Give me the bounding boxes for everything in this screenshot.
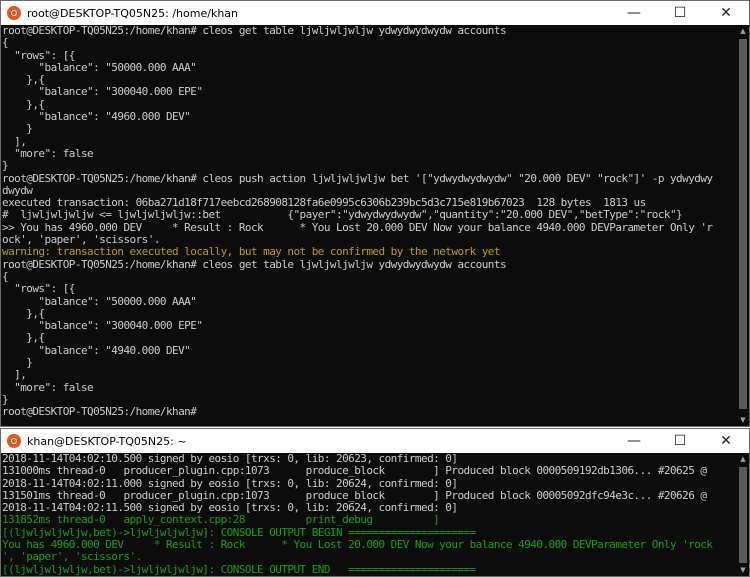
scroll-up-icon[interactable]: ▲ [737, 453, 749, 465]
terminal-line: ], [2, 134, 27, 148]
scrollbar-thumb[interactable] [739, 467, 747, 563]
terminal-line: "more": false [2, 380, 94, 394]
ubuntu-icon [7, 434, 21, 448]
ubuntu-icon [7, 6, 21, 20]
terminal-line: "balance": "4960.000 DEV" [2, 110, 191, 124]
terminal-line: { [2, 36, 9, 50]
terminal-line: "balance": "300040.000 EPE" [2, 85, 203, 99]
terminal-line: "more": false [2, 146, 94, 160]
close-button[interactable]: ✕ [703, 1, 749, 25]
terminal-line: } [2, 122, 33, 136]
terminal-window-khan: khan@DESKTOP-TQ05N25: ~ — ☐ ✕ 2018-11-14… [0, 428, 750, 577]
terminal-line: ', 'paper', 'scissors'. [2, 550, 142, 564]
terminal-line: root@DESKTOP-TQ05N25:/home/khan# cleos g… [2, 257, 507, 271]
minimize-button[interactable]: — [611, 429, 657, 453]
terminal-line: } [2, 159, 9, 173]
terminal-line: 131000ms thread-0 producer_plugin.cpp:10… [2, 464, 707, 478]
terminal-line: warning: transaction executed locally, b… [2, 245, 501, 259]
scroll-up-icon[interactable]: ▲ [737, 25, 749, 37]
terminal-line: root@DESKTOP-TQ05N25:/home/khan# [2, 405, 197, 419]
scrollbar[interactable]: ▲ ▼ [737, 453, 749, 576]
scrollbar[interactable]: ▲ ▼ [737, 25, 749, 426]
title-bar[interactable]: khan@DESKTOP-TQ05N25: ~ — ☐ ✕ [1, 429, 749, 453]
terminal-output[interactable]: root@DESKTOP-TQ05N25:/home/khan# cleos g… [1, 25, 737, 426]
terminal-line: "balance": "50000.000 AAA" [2, 60, 197, 74]
scroll-down-icon[interactable]: ▼ [737, 414, 749, 426]
maximize-button[interactable]: ☐ [657, 1, 703, 25]
maximize-button[interactable]: ☐ [657, 429, 703, 453]
window-title: root@DESKTOP-TQ05N25: /home/khan [27, 6, 238, 20]
terminal-line: } [2, 356, 33, 370]
terminal-line: "rows": [{ [2, 282, 75, 296]
title-bar[interactable]: root@DESKTOP-TQ05N25: /home/khan — ☐ ✕ [1, 1, 749, 25]
terminal-output[interactable]: 2018-11-14T04:02:10.500 signed by eosio … [1, 453, 737, 576]
scrollbar-thumb[interactable] [739, 39, 747, 409]
terminal-line: root@DESKTOP-TQ05N25:/home/khan# cleos p… [2, 171, 713, 185]
scroll-down-icon[interactable]: ▼ [737, 564, 749, 576]
terminal-line: "balance": "50000.000 AAA" [2, 294, 197, 308]
window-title: khan@DESKTOP-TQ05N25: ~ [27, 434, 187, 448]
terminal-line: [(ljwljwljwljw,bet)->ljwljwljwljw]: CONS… [2, 562, 476, 576]
terminal-line: 131852ms thread-0 apply_context.cpp:28 p… [2, 513, 440, 527]
terminal-line: "balance": "300040.000 EPE" [2, 319, 203, 333]
terminal-line: "balance": "4940.000 DEV" [2, 343, 191, 357]
minimize-button[interactable]: — [611, 1, 657, 25]
terminal-line: ], [2, 368, 27, 382]
terminal-line: root@DESKTOP-TQ05N25:/home/khan# cleos g… [2, 25, 507, 37]
terminal-line: { [2, 269, 9, 283]
terminal-line: # ljwljwljwljw <= ljwljwljwljw::bet {"pa… [2, 208, 683, 222]
close-button[interactable]: ✕ [703, 429, 749, 453]
terminal-window-root: root@DESKTOP-TQ05N25: /home/khan — ☐ ✕ r… [0, 0, 750, 427]
terminal-line: },{ [2, 331, 45, 345]
